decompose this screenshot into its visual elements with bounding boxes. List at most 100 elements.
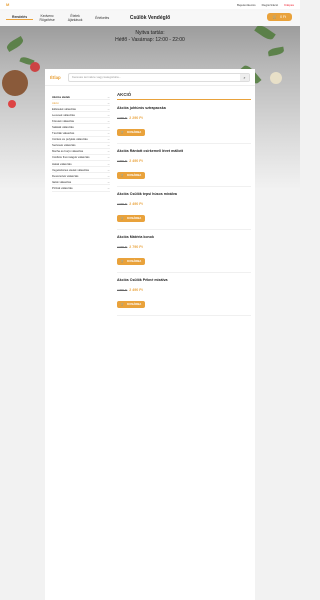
add-to-cart-label: KOSÁRBA <box>127 216 142 220</box>
opening-hours: Nyitva tartás: Hétfő - Vasárnap: 12:00 -… <box>0 30 300 43</box>
category-label: Előételek választás <box>52 106 76 111</box>
category-label: Akció <box>52 100 59 105</box>
cart-button[interactable]: 🛒 0 Ft <box>266 13 292 21</box>
product-list: AKCIÓ Akciós juhtúrós sztrapacska 2 690 … <box>113 86 255 319</box>
login-link[interactable]: Bejelentkezés <box>237 3 256 7</box>
category-label: Levesek választás <box>52 112 75 117</box>
chevron-right-icon: → <box>107 125 110 130</box>
nav-item-favorites[interactable]: Kedvenc Rögzítése <box>33 14 61 22</box>
cart-icon: 🛒 <box>272 15 278 19</box>
search-icon[interactable]: ⌕ <box>240 73 249 81</box>
product-name[interactable]: Akciós Mátéria konok <box>117 235 251 239</box>
leaf-decoration <box>267 46 285 57</box>
new-price: 2 490 Ft <box>129 202 143 206</box>
add-to-cart-label: KOSÁRBA <box>127 173 142 177</box>
chevron-right-icon: → <box>107 100 110 105</box>
new-price: 2 790 Ft <box>129 245 143 249</box>
chevron-right-icon: → <box>107 94 110 99</box>
tomato-decoration <box>30 62 40 72</box>
product-prices: 2 990 Ft 2 490 Ft <box>117 202 251 206</box>
chevron-right-icon: → <box>107 149 110 154</box>
category-label: Marha és borjú választás <box>52 149 84 154</box>
category-label: Saláták választás <box>52 125 74 130</box>
category-label: Tészták választás <box>52 131 75 136</box>
hours-range: Hétfő - Vasárnap: 12:00 - 22:00 <box>115 37 185 43</box>
nav-item-order[interactable]: Rendelés <box>6 15 34 20</box>
category-label: Köretek választás <box>52 118 75 123</box>
chevron-right-icon: → <box>107 143 110 148</box>
add-to-cart-label: KOSÁRBA <box>127 130 142 134</box>
logo[interactable]: M <box>6 2 9 7</box>
old-price: 2 990 Ft <box>117 245 128 249</box>
add-to-cart-button[interactable]: 🛒 KOSÁRBA <box>117 214 145 222</box>
menu-label: Étlap <box>50 74 61 80</box>
product-name[interactable]: Akciós Csülök Pékné mixálva <box>117 278 251 282</box>
new-price: 2 290 Ft <box>129 116 143 120</box>
cart-icon: 🛒 <box>120 216 125 220</box>
product-name[interactable]: Akciós juhtúrós sztrapacska <box>117 106 251 110</box>
garlic-decoration <box>270 72 282 84</box>
account-links: Bejelentkezés Regisztráció Kilépés <box>237 3 294 7</box>
category-item[interactable]: Pizzák választás → <box>52 185 110 192</box>
chevron-right-icon: → <box>107 118 110 123</box>
product-item: Akciós Csülök Pékné mixálva 2 890 Ft 2 4… <box>117 276 251 316</box>
product-name[interactable]: Akciós Csülök tepsi húsos mixálva <box>117 192 251 196</box>
cart-icon: 🛒 <box>120 130 125 134</box>
bowl-decoration <box>2 70 28 96</box>
category-label: Pizzák választás <box>52 185 73 190</box>
new-price: 2 490 Ft <box>129 288 143 292</box>
category-list: Akciós ételek → Akció → Előételek választá… <box>45 86 113 319</box>
product-prices: 2 690 Ft 2 290 Ft <box>117 116 251 120</box>
search-placeholder: Keresés termékre vagy kategóriára... <box>72 75 122 79</box>
category-label: Vegetáriánus ételek választás <box>52 167 90 172</box>
cart-total: 0 Ft <box>280 15 286 19</box>
menu-header: Étlap Keresés termékre vagy kategóriára.… <box>45 69 255 86</box>
menu-body: Akciós ételek → Akció → Előételek választá… <box>45 86 255 319</box>
chevron-right-icon: → <box>107 137 110 142</box>
main-nav: Rendelés Kedvenc Rögzítése Ételek Ajánlá… <box>0 9 300 26</box>
category-label: Desszertek választás <box>52 173 79 178</box>
brand-name[interactable]: Csülök Vendéglő <box>130 15 170 21</box>
product-name[interactable]: Akciós Rántott csirkemell lévet mállott <box>117 149 251 153</box>
category-label: Halak választás <box>52 161 72 166</box>
register-link[interactable]: Regisztráció <box>262 3 279 7</box>
add-to-cart-button[interactable]: 🛒 KOSÁRBA <box>117 300 145 308</box>
product-prices: 2 990 Ft 2 790 Ft <box>117 245 251 249</box>
product-item: Akciós Mátéria konok 2 990 Ft 2 790 Ft 🛒… <box>117 233 251 273</box>
top-bar: M Bejelentkezés Regisztráció Kilépés <box>0 0 300 9</box>
add-to-cart-button[interactable]: 🛒 KOSÁRBA <box>117 257 145 265</box>
add-to-cart-button[interactable]: 🛒 KOSÁRBA <box>117 128 145 136</box>
old-price: 2 690 Ft <box>117 116 128 120</box>
chevron-right-icon: → <box>107 173 110 178</box>
pepper-decoration <box>8 100 16 108</box>
nav-item-reviews[interactable]: Értékelés <box>89 16 115 20</box>
chevron-right-icon: → <box>107 179 110 184</box>
chevron-right-icon: → <box>107 167 110 172</box>
product-item: Akciós juhtúrós sztrapacska 2 690 Ft 2 2… <box>117 104 251 144</box>
old-price: 2 890 Ft <box>117 288 128 292</box>
product-item: Akciós Rántott csirkemell lévet mállott … <box>117 147 251 187</box>
category-label: Csirkés és pulykás választás <box>52 137 88 142</box>
cart-icon: 🛒 <box>120 302 125 306</box>
old-price: 2 990 Ft <box>117 202 128 206</box>
menu-panel: Étlap Keresés termékre vagy kategóriára.… <box>45 69 255 600</box>
cart-icon: 🛒 <box>120 259 125 263</box>
logout-link[interactable]: Kilépés <box>284 3 294 7</box>
category-label: Italok választás <box>52 179 72 184</box>
product-prices: 2 890 Ft 2 490 Ft <box>117 159 251 163</box>
chevron-right-icon: → <box>107 185 110 190</box>
search-input[interactable]: Keresés termékre vagy kategóriára... ⌕ <box>68 72 250 82</box>
old-price: 2 890 Ft <box>117 159 128 163</box>
add-to-cart-button[interactable]: 🛒 KOSÁRBA <box>117 171 145 179</box>
chevron-right-icon: → <box>107 155 110 160</box>
hours-title: Nyitva tartás: <box>135 30 165 36</box>
new-price: 2 490 Ft <box>129 159 143 163</box>
chevron-right-icon: → <box>107 112 110 117</box>
category-label: Csülkös finomságok választás <box>52 155 90 160</box>
nav-item-recommendations[interactable]: Ételek Ajánlások <box>61 14 89 22</box>
add-to-cart-label: KOSÁRBA <box>127 302 142 306</box>
chevron-right-icon: → <box>107 106 110 111</box>
add-to-cart-label: KOSÁRBA <box>127 259 142 263</box>
category-label: Akciós ételek <box>52 94 70 99</box>
section-title: AKCIÓ <box>117 92 251 100</box>
